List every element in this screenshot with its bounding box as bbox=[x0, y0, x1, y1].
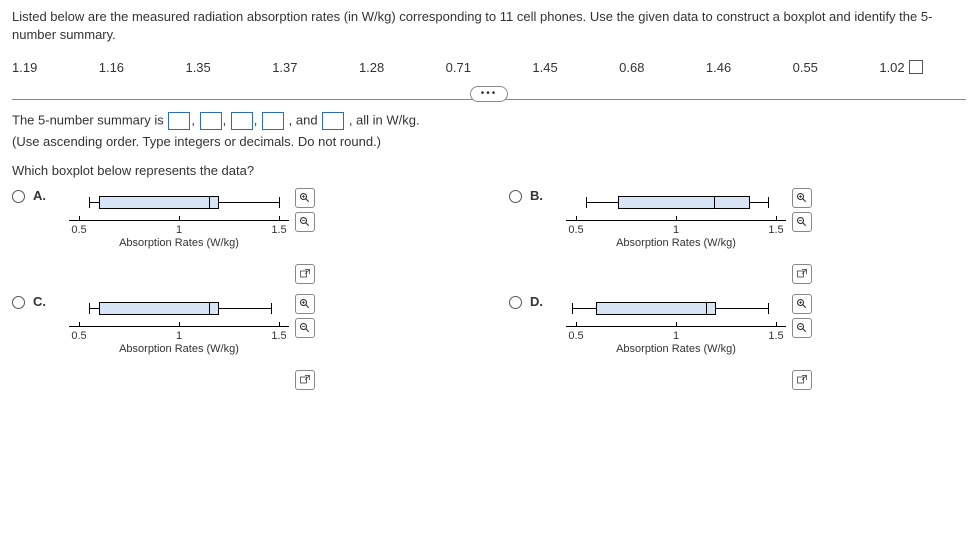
popout-icon[interactable] bbox=[295, 264, 315, 284]
radio-icon bbox=[509, 190, 522, 203]
choice-C[interactable]: C. 0.5 1 1.5 bbox=[12, 294, 469, 390]
which-boxplot-question: Which boxplot below represents the data? bbox=[12, 163, 966, 178]
choice-A[interactable]: A. 0.5 1 1.5 bbox=[12, 188, 469, 284]
choice-label-C: C. bbox=[33, 294, 51, 309]
summary-suffix: , all in W/kg. bbox=[349, 113, 420, 128]
data-value: 1.16 bbox=[99, 60, 186, 75]
data-value: 1.37 bbox=[272, 60, 359, 75]
axis-C: 0.5 1 1.5 bbox=[69, 326, 289, 327]
summary-input-3[interactable] bbox=[231, 112, 253, 130]
expand-ellipsis-button[interactable]: ••• bbox=[470, 86, 509, 102]
tick-label: 0.5 bbox=[71, 330, 86, 342]
choice-label-D: D. bbox=[530, 294, 548, 309]
axis-label-A: Absorption Rates (W/kg) bbox=[69, 237, 289, 249]
tick-label: 0.5 bbox=[71, 224, 86, 236]
tick-label: 1.5 bbox=[768, 224, 783, 236]
axis-D: 0.5 1 1.5 bbox=[566, 326, 786, 327]
tick-label: 1 bbox=[673, 224, 679, 236]
tick-label: 1.5 bbox=[768, 330, 783, 342]
radio-icon bbox=[12, 190, 25, 203]
data-value: 1.02 bbox=[879, 60, 966, 75]
data-value: 1.19 bbox=[12, 60, 99, 75]
axis-label-B: Absorption Rates (W/kg) bbox=[566, 237, 786, 249]
boxplot-C bbox=[69, 294, 289, 324]
zoom-out-icon[interactable] bbox=[295, 212, 315, 232]
data-value: 0.71 bbox=[446, 60, 533, 75]
popout-icon[interactable] bbox=[295, 370, 315, 390]
tick-label: 1.5 bbox=[271, 330, 286, 342]
summary-input-1[interactable] bbox=[168, 112, 190, 130]
zoom-out-icon[interactable] bbox=[295, 318, 315, 338]
data-value-text: 1.02 bbox=[879, 60, 904, 75]
tick-label: 0.5 bbox=[568, 224, 583, 236]
zoom-out-icon[interactable] bbox=[792, 212, 812, 232]
boxplot-A bbox=[69, 188, 289, 218]
axis-A: 0.5 1 1.5 bbox=[69, 220, 289, 221]
data-value: 0.68 bbox=[619, 60, 706, 75]
summary-input-2[interactable] bbox=[200, 112, 222, 130]
tick-label: 1 bbox=[673, 330, 679, 342]
axis-label-C: Absorption Rates (W/kg) bbox=[69, 343, 289, 355]
data-value: 1.28 bbox=[359, 60, 446, 75]
choice-B[interactable]: B. 0.5 1 1.5 bbox=[509, 188, 966, 284]
boxplot-D bbox=[566, 294, 786, 324]
data-value: 1.45 bbox=[532, 60, 619, 75]
comma: , bbox=[223, 113, 230, 128]
boxplot-B bbox=[566, 188, 786, 218]
zoom-in-icon[interactable] bbox=[792, 294, 812, 314]
tick-label: 1 bbox=[176, 330, 182, 342]
question-prompt: Listed below are the measured radiation … bbox=[12, 8, 966, 44]
choice-label-A: A. bbox=[33, 188, 51, 203]
zoom-in-icon[interactable] bbox=[295, 294, 315, 314]
summary-input-5[interactable] bbox=[322, 112, 344, 130]
data-value: 0.55 bbox=[793, 60, 880, 75]
zoom-out-icon[interactable] bbox=[792, 318, 812, 338]
radio-icon bbox=[509, 296, 522, 309]
tick-label: 1.5 bbox=[271, 224, 286, 236]
summary-prefix: The 5-number summary is bbox=[12, 113, 167, 128]
tick-label: 1 bbox=[176, 224, 182, 236]
summary-hint: (Use ascending order. Type integers or d… bbox=[12, 134, 966, 149]
comma: , bbox=[191, 113, 198, 128]
choice-D[interactable]: D. 0.5 1 1.5 bbox=[509, 294, 966, 390]
comma: , bbox=[254, 113, 261, 128]
copy-icon[interactable] bbox=[911, 62, 923, 74]
axis-B: 0.5 1 1.5 bbox=[566, 220, 786, 221]
choice-label-B: B. bbox=[530, 188, 548, 203]
data-value: 1.46 bbox=[706, 60, 793, 75]
zoom-in-icon[interactable] bbox=[792, 188, 812, 208]
data-value: 1.35 bbox=[185, 60, 272, 75]
popout-icon[interactable] bbox=[792, 370, 812, 390]
popout-icon[interactable] bbox=[792, 264, 812, 284]
five-number-summary-line: The 5-number summary is , , , , and , al… bbox=[12, 112, 966, 130]
summary-input-4[interactable] bbox=[262, 112, 284, 130]
summary-and: , and bbox=[289, 113, 322, 128]
radio-icon bbox=[12, 296, 25, 309]
axis-label-D: Absorption Rates (W/kg) bbox=[566, 343, 786, 355]
zoom-in-icon[interactable] bbox=[295, 188, 315, 208]
tick-label: 0.5 bbox=[568, 330, 583, 342]
